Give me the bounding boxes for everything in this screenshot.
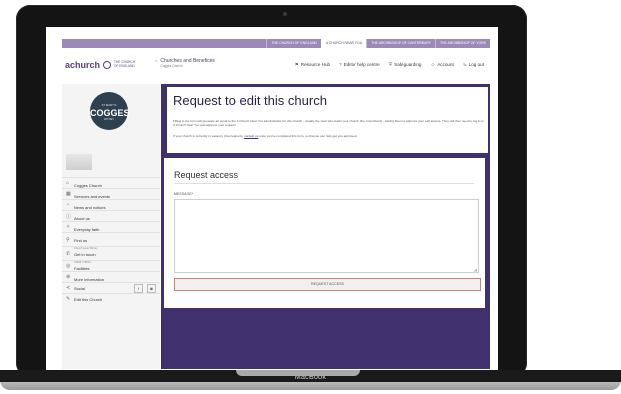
nav-resource-hub[interactable]: ⚑ Resource Hub — [295, 62, 331, 68]
site-logo[interactable]: achurch THE CHURCH OF ENGLAND — [65, 60, 135, 70]
vacancy-text-end: once you've completed this form, so that… — [258, 134, 358, 138]
sidebar-item-text: More information — [74, 268, 104, 286]
top-link[interactable]: A CHURCH NEAR YOU — [320, 39, 367, 48]
calendar-icon: ▦ — [66, 191, 71, 197]
sidebar-item-label: Edit this Church — [74, 296, 103, 302]
flag-icon: ⚑ — [294, 62, 299, 67]
home-icon: ⌂ — [66, 180, 70, 186]
logout-icon: ↳ — [462, 62, 467, 67]
coe-line-2: OF ENGLAND — [114, 64, 135, 68]
request-access-button[interactable]: REQUEST ACCESS — [174, 278, 481, 291]
nav-editor-help-centre[interactable]: ? Editor help centre — [339, 62, 380, 68]
message-textarea[interactable]: ◢ — [174, 199, 479, 273]
camera-icon — [283, 12, 287, 16]
nav-safeguarding[interactable]: ⛨ Safeguarding — [389, 62, 422, 68]
churches-and-benefices-link[interactable]: ⌂ Churches and Benefices Cogges Church — [155, 58, 215, 68]
help-icon: ? — [339, 62, 342, 67]
sidebar: ST MARY'S COGGES WITNEY ⌂ Cogges Church ▦ S… — [62, 84, 160, 369]
main-content: Request to edit this church Filling in t… — [161, 84, 490, 369]
message-label: MESSAGE* — [174, 192, 194, 196]
news-icon: ◔ — [66, 202, 70, 208]
pencil-icon: ✎ — [66, 296, 71, 302]
church-badge: ST MARY'S COGGES WITNEY — [90, 92, 130, 130]
top-link[interactable]: THE CHURCH OF ENGLAND — [266, 39, 320, 48]
request-access-form: Request access MESSAGE* ◢ REQUEST ACCESS — [164, 158, 485, 308]
vacancy-text-start: If your church is currently in vacancy (… — [173, 134, 245, 138]
site-header: achurch THE CHURCH OF ENGLAND ⌂ Churches … — [62, 48, 490, 84]
coe-logo-text: THE CHURCH OF ENGLAND — [114, 61, 135, 68]
nav-log-out[interactable]: ↳ Log out — [463, 62, 484, 68]
badge-name: COGGES — [90, 108, 130, 118]
logo-text: achurch — [65, 60, 101, 70]
instagram-icon[interactable]: ◙ — [147, 283, 156, 293]
form-title: Request access — [174, 170, 239, 180]
contact-us-link[interactable]: contact us — [244, 134, 258, 138]
phone-icon: ✆ — [66, 250, 71, 257]
laptop-notch — [236, 370, 360, 376]
crest-icon — [103, 61, 112, 69]
divider — [174, 183, 474, 184]
nav-label: Log out — [468, 62, 484, 67]
nav-label: Resource Hub — [300, 62, 331, 67]
nav-account[interactable]: ☺ Account — [431, 62, 454, 68]
cab-subtitle: Cogges Church — [160, 64, 183, 68]
facilities-icon: ◎ — [66, 263, 71, 269]
sidebar-menu: ⌂ Cogges Church ▦ Services and events ◔ News … — [62, 177, 160, 304]
nav-label: Account — [437, 62, 454, 67]
sidebar-item-more-information[interactable]: ⊕ More information — [62, 271, 160, 282]
vacancy-text: If your church is currently in vacancy (… — [173, 134, 485, 138]
header-nav: ⚑ Resource Hub? Editor help centre ⛨ Safegua… — [295, 62, 484, 68]
location-icon: ⚲ — [66, 236, 70, 243]
badge-top: ST MARY'S — [101, 103, 117, 107]
top-link[interactable]: THE ARCHBISHOP OF CANTERBURY — [366, 39, 435, 48]
intro-text: Filling in the form will generate an ema… — [173, 119, 484, 128]
sidebar-item-edit-this-church[interactable]: ✎ Edit this Church — [62, 293, 160, 304]
page-title: Request to edit this church — [173, 93, 327, 108]
church-photo — [66, 154, 92, 170]
church-icon: ⌂ — [155, 58, 158, 63]
top-link[interactable]: THE ARCHBISHOP OF YORK — [434, 39, 490, 48]
share-icon: ≺ — [66, 285, 71, 291]
sidebar-item-label: More information — [74, 277, 105, 282]
info-icon: ⓘ — [66, 213, 72, 220]
resize-handle-icon[interactable]: ◢ — [474, 267, 477, 272]
shield-icon: ⛨ — [388, 62, 393, 67]
top-links: THE CHURCH OF ENGLAND A CHURCH NEAR YOU TH… — [266, 39, 490, 48]
top-links-bar: THE CHURCH OF ENGLAND A CHURCH NEAR YOU TH… — [62, 39, 490, 48]
user-icon: ☺ — [430, 62, 436, 67]
more-icon: ⊕ — [66, 274, 71, 280]
facebook-icon[interactable]: f — [134, 283, 143, 293]
faith-icon: ✧ — [66, 224, 71, 230]
social-label: Social — [74, 285, 85, 291]
nav-label: Editor help centre — [343, 62, 380, 67]
badge-sub: WITNEY — [103, 118, 115, 121]
nav-label: Safeguarding — [394, 62, 422, 67]
browser-screen: THE CHURCH OF ENGLAND A CHURCH NEAR YOU TH… — [46, 27, 498, 371]
intro-panel: Request to edit this church Filling in t… — [164, 87, 488, 153]
